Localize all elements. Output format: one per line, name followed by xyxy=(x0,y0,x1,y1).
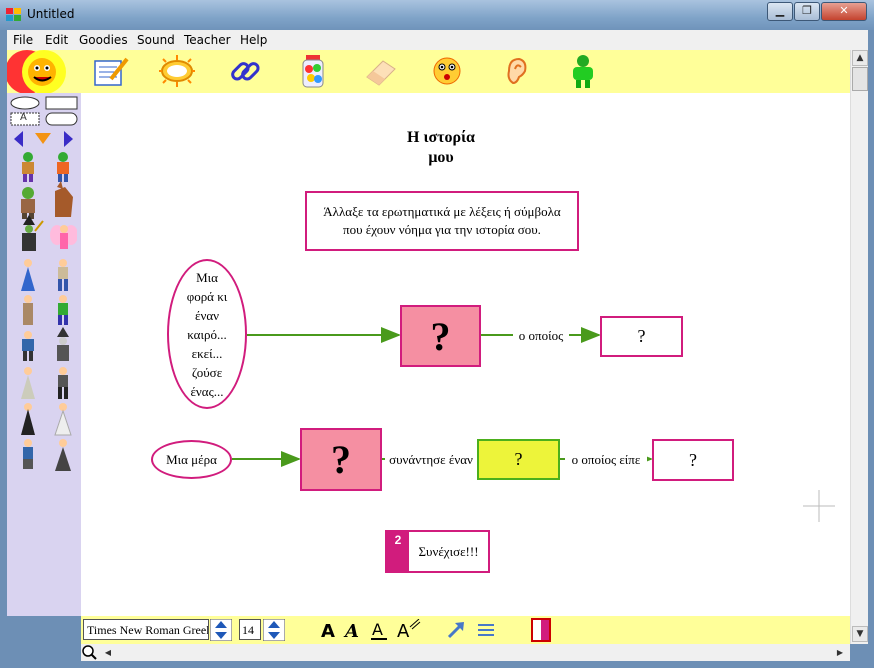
oval-shape-tool[interactable] xyxy=(10,96,40,110)
font-name-field[interactable]: Times New Roman Greek xyxy=(83,619,209,640)
boy-icon xyxy=(58,259,68,291)
king-icon xyxy=(55,439,71,471)
scroll-thumb[interactable] xyxy=(852,67,868,91)
menu-edit[interactable]: Edit xyxy=(45,33,68,47)
face-icon[interactable] xyxy=(427,53,467,89)
goblin-icon xyxy=(57,152,69,182)
queen-icon xyxy=(54,403,72,436)
svg-text:A: A xyxy=(343,621,359,641)
chain-link-icon[interactable] xyxy=(225,53,265,89)
goblin-icon xyxy=(22,152,34,182)
bold-icon[interactable]: A xyxy=(319,619,341,641)
sun-mascot-logo xyxy=(7,50,66,93)
wolf-icon xyxy=(55,181,73,217)
menu-bar: File Edit Goodies Sound Teacher Help xyxy=(7,30,868,50)
menu-goodies[interactable]: Goodies xyxy=(79,33,128,47)
nun-icon xyxy=(21,403,35,435)
fairy-icon xyxy=(50,225,77,249)
menu-file[interactable]: File xyxy=(13,33,33,47)
crosshair-cursor-icon xyxy=(803,490,835,522)
minimize-button[interactable]: ▁ xyxy=(767,2,793,21)
menu-teacher[interactable]: Teacher xyxy=(184,33,231,47)
title-bar: Untitled ▁ ❐ ✕ xyxy=(0,0,874,30)
scroll-left-button[interactable]: ◀ xyxy=(100,645,116,660)
question-box-4[interactable]: ? xyxy=(477,439,560,480)
question-box-2[interactable]: ? xyxy=(600,316,683,357)
oval-one-day[interactable]: Μια μέρα xyxy=(151,440,232,479)
svg-text:A: A xyxy=(321,621,335,641)
arrow-tool-icon[interactable] xyxy=(445,619,467,641)
font-size-field[interactable]: 14 xyxy=(239,619,261,640)
app-icon xyxy=(6,8,21,21)
arrow-right-icon[interactable] xyxy=(64,131,73,147)
start-oval[interactable]: Μια φορά κι έναν καιρό... εκεί... ζούσε … xyxy=(167,259,247,409)
wizard-icon xyxy=(57,327,69,361)
svg-text:A: A xyxy=(372,620,383,639)
text-tool-label: A xyxy=(20,112,27,123)
knight-icon xyxy=(58,295,68,325)
man-icon xyxy=(58,367,68,399)
ear-icon[interactable] xyxy=(497,53,537,89)
notepad-icon[interactable] xyxy=(91,53,131,89)
menu-help[interactable]: Help xyxy=(240,33,267,47)
jar-icon[interactable] xyxy=(293,53,333,89)
font-size-spinner[interactable] xyxy=(263,619,285,641)
question-box-1[interactable]: ? xyxy=(400,305,481,367)
story-canvas[interactable]: Η ιστορία μου Άλλαξε τα ερωτηματικά με λ… xyxy=(81,93,850,616)
color-picker-icon[interactable] xyxy=(531,618,551,642)
restore-button[interactable]: ❐ xyxy=(794,2,820,21)
rect-shape-tool[interactable] xyxy=(45,96,78,110)
character-clipart xyxy=(21,152,77,471)
person-icon[interactable] xyxy=(563,53,603,89)
vertical-scrollbar[interactable]: ▲ ▼ xyxy=(850,50,868,644)
window-title: Untitled xyxy=(27,7,75,21)
eraser-icon[interactable] xyxy=(361,53,401,89)
menu-sound[interactable]: Sound xyxy=(137,33,175,47)
scroll-down-button[interactable]: ▼ xyxy=(852,626,868,642)
scroll-right-button[interactable]: ▶ xyxy=(832,645,848,660)
continue-number: 2 xyxy=(387,532,409,571)
continue-label: Συνέχισε!!! xyxy=(418,543,479,559)
link-text-1[interactable]: ο οποίος xyxy=(513,327,569,345)
application-window: Untitled ▁ ❐ ✕ File Edit Goodies Sound T… xyxy=(0,0,874,668)
link-text-2[interactable]: συνάντησε έναν xyxy=(385,451,477,469)
arrow-down-icon[interactable] xyxy=(35,133,51,144)
sun-oval-icon[interactable] xyxy=(157,53,197,89)
arrow-left-icon[interactable] xyxy=(14,131,23,147)
continue-link[interactable]: 2 Συνέχισε!!! xyxy=(385,530,490,573)
text-style-icon[interactable]: A xyxy=(395,619,421,641)
witch-icon xyxy=(22,215,44,251)
underline-icon[interactable]: A xyxy=(369,619,391,641)
toolbar xyxy=(7,50,850,93)
peasant-icon xyxy=(23,439,33,469)
horizontal-scrollbar[interactable]: ◀ ▶ xyxy=(81,644,850,661)
format-bar: Times New Roman Greek 14 A A A A xyxy=(81,616,850,644)
rounded-shape-tool[interactable] xyxy=(45,112,78,126)
close-button[interactable]: ✕ xyxy=(821,2,867,21)
line-style-icon[interactable] xyxy=(475,619,497,641)
svg-text:A: A xyxy=(397,621,410,641)
font-name-spinner[interactable] xyxy=(210,619,232,641)
ogre-icon xyxy=(21,187,35,219)
zoom-icon[interactable] xyxy=(81,644,99,661)
italic-icon[interactable]: A xyxy=(343,619,365,641)
lady-icon xyxy=(21,367,35,399)
scroll-up-button[interactable]: ▲ xyxy=(852,50,868,66)
question-box-3[interactable]: ? xyxy=(300,428,382,491)
monk-icon xyxy=(23,295,33,325)
shape-tools xyxy=(10,96,78,147)
link-text-3[interactable]: ο οποίος είπε xyxy=(565,451,647,469)
shape-palette: A xyxy=(7,93,81,616)
warrior-icon xyxy=(22,331,34,361)
princess-icon xyxy=(21,259,35,291)
question-box-5[interactable]: ? xyxy=(652,439,734,481)
